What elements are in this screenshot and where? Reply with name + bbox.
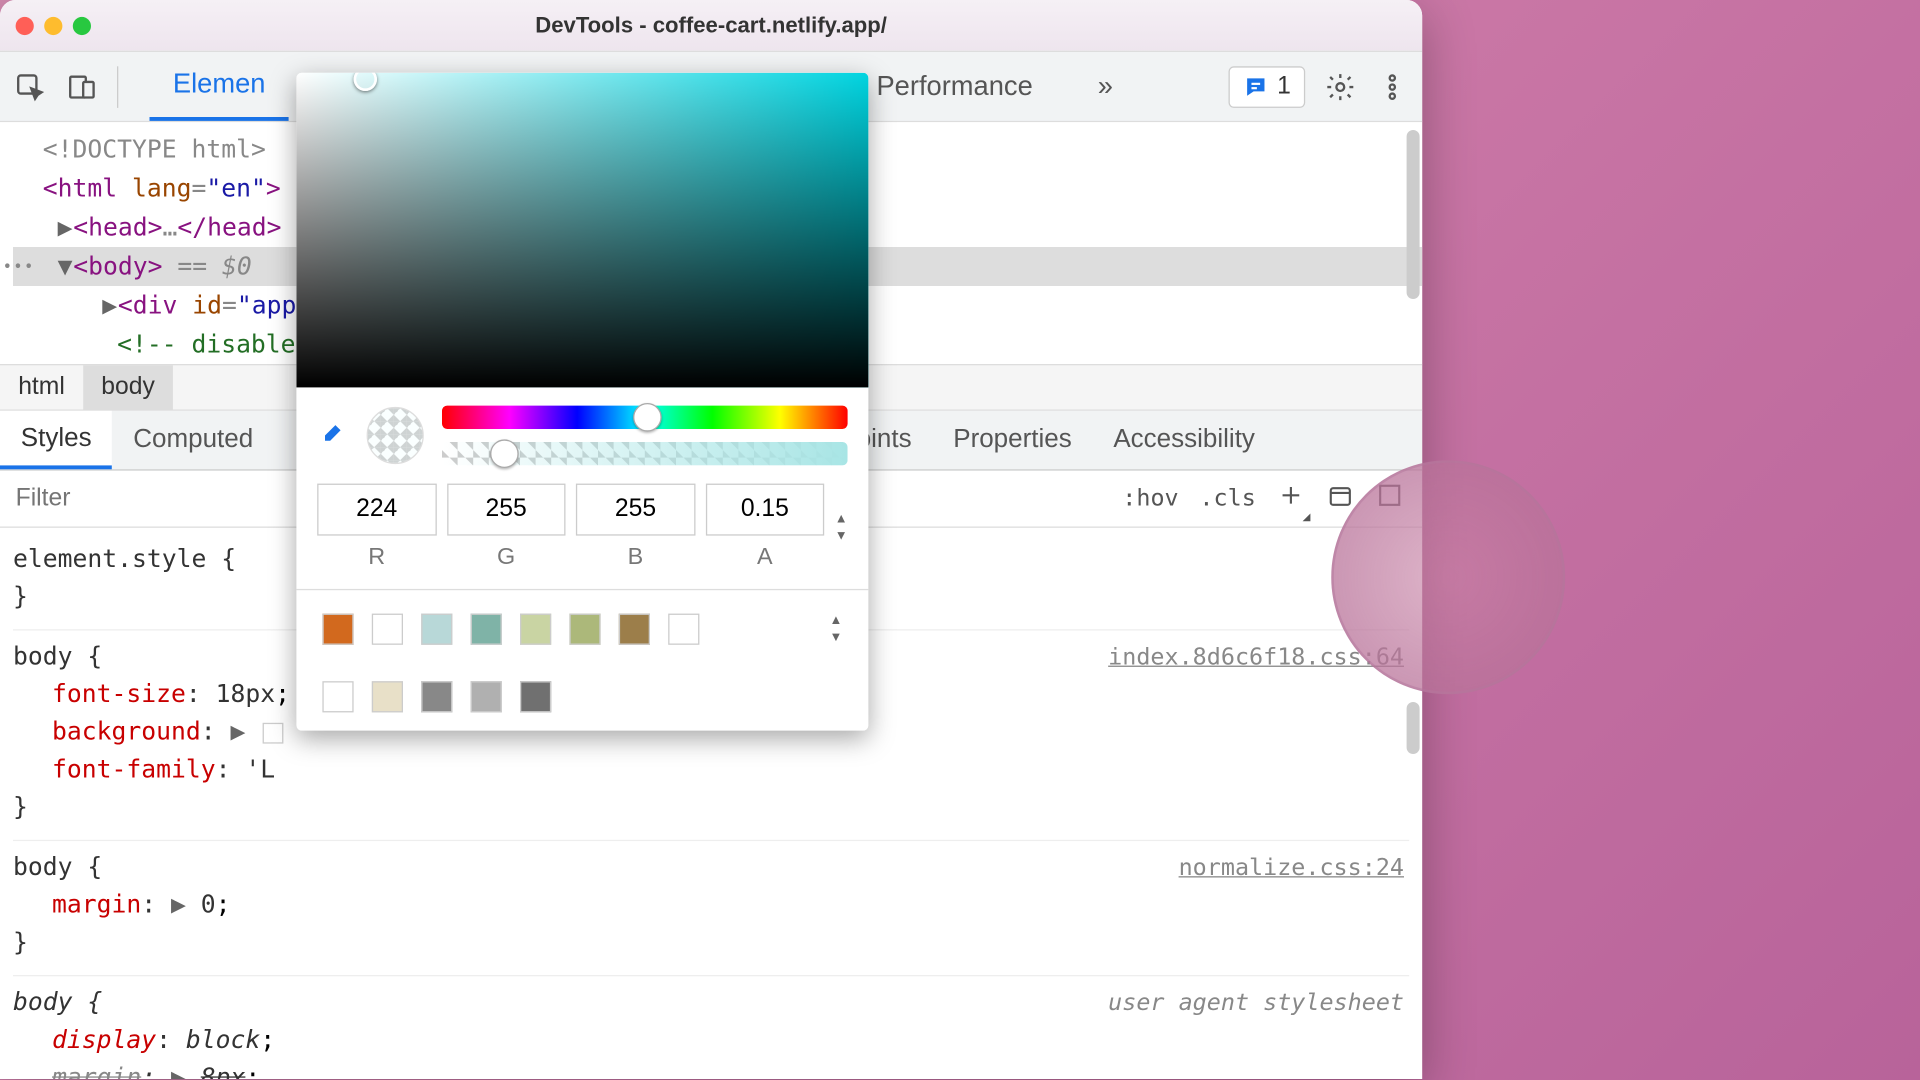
hov-toggle[interactable]: :hov	[1122, 485, 1178, 512]
screen-magnifier	[1331, 460, 1565, 694]
hue-thumb[interactable]	[633, 403, 662, 432]
rule-source-ua: user agent stylesheet	[1108, 984, 1404, 1022]
subtab-accessibility[interactable]: Accessibility	[1093, 411, 1276, 470]
close-button[interactable]	[16, 16, 34, 34]
inspect-element-icon[interactable]	[13, 70, 47, 104]
maximize-button[interactable]	[73, 16, 91, 34]
color-picker: R G B A ▲▼ ▲▼	[296, 73, 868, 731]
tabs-overflow[interactable]: »	[1074, 52, 1136, 121]
devtools-window: DevTools - coffee-cart.netlify.app/ Elem…	[0, 0, 1422, 1079]
palette-swatch[interactable]	[471, 681, 502, 712]
subtab-styles[interactable]: Styles	[0, 411, 112, 470]
palette-swatch[interactable]	[619, 614, 650, 645]
palette-swatch[interactable]	[471, 614, 502, 645]
issues-badge[interactable]: 1	[1229, 66, 1305, 108]
palette-swatch[interactable]	[520, 614, 551, 645]
subtab-properties[interactable]: Properties	[932, 411, 1092, 470]
traffic-lights	[16, 16, 91, 34]
hue-slider[interactable]	[442, 406, 848, 429]
saturation-brightness-field[interactable]	[296, 73, 868, 388]
titlebar: DevTools - coffee-cart.netlify.app/	[0, 0, 1422, 52]
scrollbar[interactable]	[1407, 130, 1420, 299]
rule-source-link[interactable]: normalize.css:24	[1179, 849, 1404, 887]
device-toolbar-icon[interactable]	[65, 70, 99, 104]
issues-count: 1	[1277, 72, 1291, 101]
minimize-button[interactable]	[44, 16, 62, 34]
palette-swatches: ▲▼	[296, 595, 868, 730]
palette-swatch[interactable]	[421, 681, 452, 712]
divider	[296, 589, 868, 590]
palette-toggle[interactable]: ▲▼	[830, 614, 843, 645]
r-input[interactable]	[317, 484, 436, 536]
crumb-body[interactable]: body	[83, 365, 173, 409]
b-label: B	[576, 543, 695, 570]
alpha-slider[interactable]	[442, 442, 848, 465]
g-input[interactable]	[447, 484, 566, 536]
gear-icon[interactable]	[1323, 70, 1357, 104]
format-toggle[interactable]: ▲▼	[835, 512, 848, 543]
rule-body-2[interactable]: normalize.css:24 body { margin: ▶ 0; }	[13, 841, 1409, 976]
color-preview-swatch	[367, 407, 424, 464]
palette-swatch[interactable]	[421, 614, 452, 645]
cls-toggle[interactable]: .cls	[1199, 485, 1255, 512]
window-title: DevTools - coffee-cart.netlify.app/	[535, 12, 887, 38]
palette-swatch[interactable]	[569, 614, 600, 645]
kebab-menu-icon[interactable]	[1375, 70, 1409, 104]
crumb-html[interactable]: html	[0, 365, 83, 409]
b-input[interactable]	[576, 484, 695, 536]
r-label: R	[317, 543, 436, 570]
divider	[117, 66, 118, 108]
eyedropper-icon[interactable]	[317, 417, 348, 455]
chat-icon	[1243, 73, 1269, 99]
tab-elements[interactable]: Elemen	[150, 52, 289, 121]
a-label: A	[705, 543, 824, 570]
subtab-computed[interactable]: Computed	[112, 411, 274, 470]
alpha-thumb[interactable]	[491, 439, 520, 468]
palette-swatch[interactable]	[372, 681, 403, 712]
scrollbar[interactable]	[1407, 702, 1420, 754]
rule-body-ua[interactable]: user agent stylesheet body { display: bl…	[13, 976, 1409, 1079]
a-input[interactable]	[705, 484, 824, 536]
palette-swatch[interactable]	[322, 614, 353, 645]
palette-swatch[interactable]	[322, 681, 353, 712]
palette-swatch[interactable]	[668, 614, 699, 645]
palette-swatch[interactable]	[520, 681, 551, 712]
palette-swatch[interactable]	[372, 614, 403, 645]
g-label: G	[447, 543, 566, 570]
main-tabs: Elemen	[150, 52, 289, 121]
new-rule-button[interactable]	[1277, 481, 1306, 516]
tab-performance[interactable]: Performance	[853, 52, 1056, 121]
color-cursor[interactable]	[354, 73, 377, 91]
